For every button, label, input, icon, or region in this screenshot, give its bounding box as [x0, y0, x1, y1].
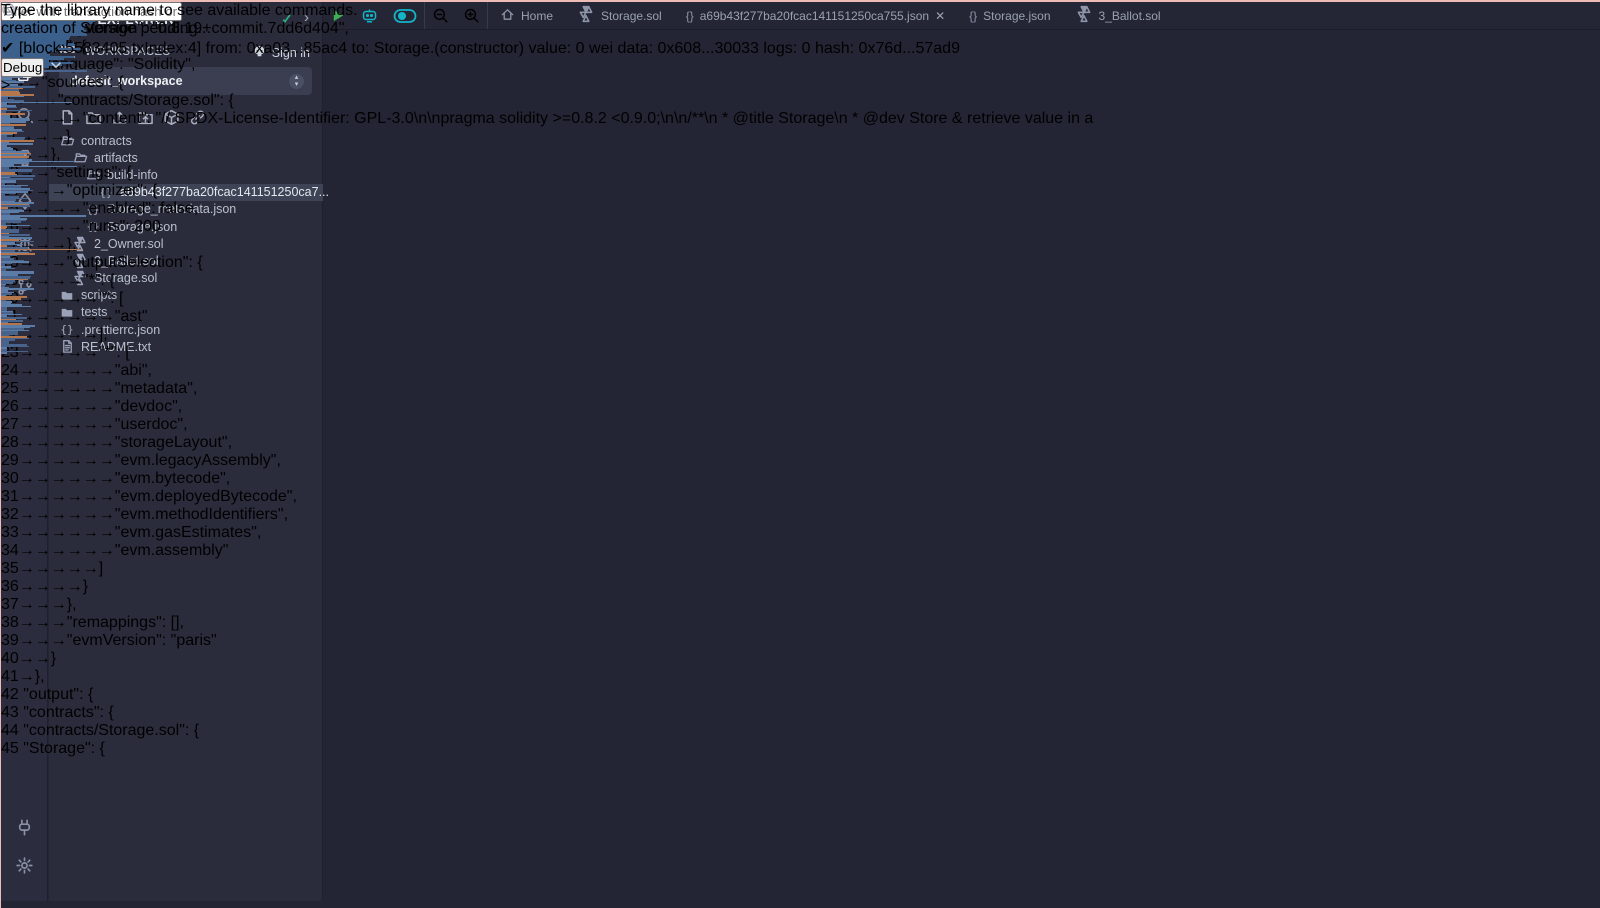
terminal-log-line: Type the library name to see available c… [1, 2, 960, 20]
code-line-17[interactable]: 17→→→}, [1, 236, 1093, 254]
terminal-prompt[interactable]: > [1, 77, 960, 95]
line-content: →→→→→→"evm.methodIdentifiers", [19, 506, 288, 523]
tab-label: 3_Ballot.sol [1099, 9, 1161, 23]
code-line-34[interactable]: 34→→→→→→"evm.assembly" [1, 542, 1093, 560]
line-number: 27 [1, 416, 19, 433]
tx-success-icon: ✔ [1, 40, 14, 57]
terminal-log-line: creation of Storage pending... [1, 20, 960, 38]
line-content: →→→→→→"evm.gasEstimates", [19, 524, 262, 541]
line-number: 44 [1, 722, 19, 739]
line-content: →→→→→→"evm.assembly" [19, 542, 229, 559]
code-line-22[interactable]: 22→→→→→], [1, 326, 1093, 344]
code-line-41[interactable]: 41→}, [1, 668, 1093, 686]
minimap-line [1, 102, 72, 104]
code-line-30[interactable]: 30→→→→→→"evm.bytecode", [1, 470, 1093, 488]
line-number: 30 [1, 470, 19, 487]
code-line-16[interactable]: 16→→→→"runs": 200 [1, 218, 1093, 236]
code-line-45[interactable]: 45 "Storage": { [1, 740, 1093, 758]
code-line-29[interactable]: 29→→→→→→"evm.legacyAssembly", [1, 452, 1093, 470]
line-content: →→→→→→"devdoc", [19, 398, 182, 415]
code-line-39[interactable]: 39→→→"evmVersion": "paris" [1, 632, 1093, 650]
line-number: 26 [1, 398, 19, 415]
line-number: 41 [1, 668, 19, 685]
code-line-36[interactable]: 36→→→→} [1, 578, 1093, 596]
code-line-43[interactable]: 43 "contracts": { [1, 704, 1093, 722]
code-line-19[interactable]: 19→→→→"*": { [1, 272, 1093, 290]
code-line-12[interactable]: 12→→}, [1, 146, 1093, 164]
line-content: →→→→→→"metadata", [19, 380, 198, 397]
line-number: 43 [1, 704, 19, 721]
minimap-line [1, 352, 7, 354]
code-line-35[interactable]: 35→→→→→] [1, 560, 1093, 578]
line-content: →→→→"content": "// SPDX-License-Identifi… [19, 110, 1094, 127]
code-line-20[interactable]: 20→→→→→"": [ [1, 290, 1093, 308]
line-number: 31 [1, 488, 19, 505]
plugin-manager-icon[interactable] [1, 812, 48, 842]
code-line-18[interactable]: 18→→→"outputSelection": { [1, 254, 1093, 272]
code-line-37[interactable]: 37→→→}, [1, 596, 1093, 614]
line-content: →→→→} [19, 578, 88, 595]
line-number: 36 [1, 578, 19, 595]
code-line-32[interactable]: 32→→→→→→"evm.methodIdentifiers", [1, 506, 1093, 524]
line-content: →→→→→→"abi", [19, 362, 152, 379]
line-content: "contracts": { [19, 704, 114, 721]
code-line-26[interactable]: 26→→→→→→"devdoc", [1, 398, 1093, 416]
code-line-31[interactable]: 31→→→→→→"evm.deployedBytecode", [1, 488, 1093, 506]
line-number: 24 [1, 362, 19, 379]
line-content: →→→→→→"userdoc", [19, 416, 188, 433]
code-line-38[interactable]: 38→→→"remappings": [], [1, 614, 1093, 632]
line-content: →→→→→→"evm.deployedBytecode", [19, 488, 297, 505]
line-number: 28 [1, 434, 19, 451]
line-content: →→→"evmVersion": "paris" [19, 632, 217, 649]
code-line-42[interactable]: 42 "output": { [1, 686, 1093, 704]
code-line-44[interactable]: 44 "contracts/Storage.sol": { [1, 722, 1093, 740]
code-line-13[interactable]: 13→→"settings": { [1, 164, 1093, 182]
line-number: 33 [1, 524, 19, 541]
code-line-15[interactable]: 15→→→→"enabled": false, [1, 200, 1093, 218]
minimap-line [1, 166, 77, 168]
code-editor[interactable]: 4 "solcVersion": "0.8.19",5 "solcLongVer… [1, 2, 1093, 758]
transaction-row[interactable]: ✔ [block:5583405 txIndex:4] from: 0xa03.… [1, 38, 960, 58]
line-number: 42 [1, 686, 19, 703]
line-content: →→→→→→"evm.bytecode", [19, 470, 230, 487]
line-content: →}, [19, 668, 45, 685]
code-line-10[interactable]: 10→→→→"content": "// SPDX-License-Identi… [1, 110, 1093, 128]
remix-ide-window: FILE EXPLORER ✓ › WORKSPACES Sign in def… [0, 0, 1600, 908]
code-line-33[interactable]: 33→→→→→→"evm.gasEstimates", [1, 524, 1093, 542]
terminal-output[interactable]: Type the library name to see available c… [1, 2, 960, 95]
line-number: 35 [1, 560, 19, 577]
line-content: "Storage": { [19, 740, 105, 757]
line-number: 40 [1, 650, 19, 667]
line-content: "output": { [19, 686, 94, 703]
line-content: →→} [19, 650, 56, 667]
settings-icon[interactable] [1, 850, 48, 880]
code-line-14[interactable]: 14→→→"optimizer": { [1, 182, 1093, 200]
debug-button[interactable]: Debug [1, 58, 44, 77]
line-number: 37 [1, 596, 19, 613]
code-line-25[interactable]: 25→→→→→→"metadata", [1, 380, 1093, 398]
line-number: 29 [1, 452, 19, 469]
line-content: →→→→→→"evm.legacyAssembly", [19, 452, 281, 469]
code-line-24[interactable]: 24→→→→→→"abi", [1, 362, 1093, 380]
code-line-21[interactable]: 21→→→→→→"ast" [1, 308, 1093, 326]
line-number: 25 [1, 380, 19, 397]
line-number: 32 [1, 506, 19, 523]
code-line-28[interactable]: 28→→→→→→"storageLayout", [1, 434, 1093, 452]
line-number: 45 [1, 740, 19, 757]
line-content: →→→}, [19, 596, 77, 613]
code-line-40[interactable]: 40→→} [1, 650, 1093, 668]
code-line-11[interactable]: 11→→→} [1, 128, 1093, 146]
line-content: →→→→→→"storageLayout", [19, 434, 232, 451]
tx-expand-chevron-icon[interactable] [49, 59, 63, 76]
line-content: "contracts/Storage.sol": { [19, 722, 199, 739]
line-number: 39 [1, 632, 19, 649]
tx-summary: [block:5583405 txIndex:4] from: 0xa03...… [19, 40, 960, 57]
code-line-23[interactable]: 23→→→→→"*": [ [1, 344, 1093, 362]
line-number: 34 [1, 542, 19, 559]
line-number: 38 [1, 614, 19, 631]
line-content: →→→→→] [19, 560, 103, 577]
line-content: →→→"remappings": [], [19, 614, 184, 631]
code-line-27[interactable]: 27→→→→→→"userdoc", [1, 416, 1093, 434]
